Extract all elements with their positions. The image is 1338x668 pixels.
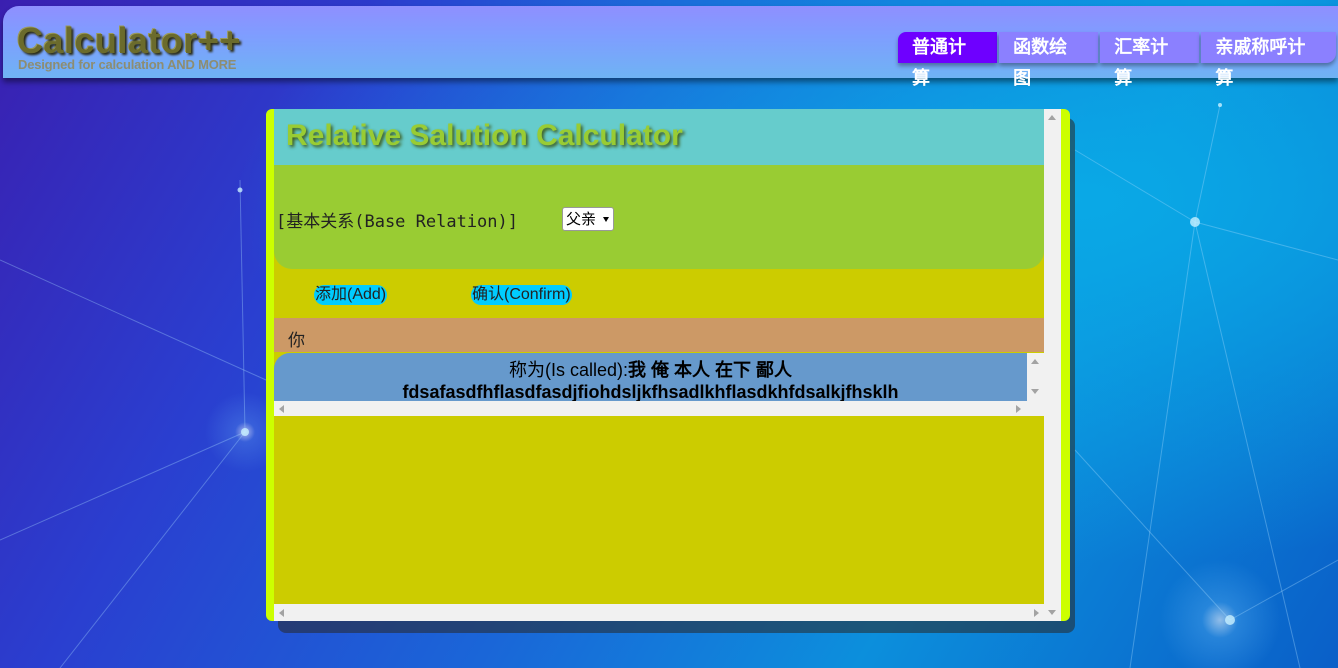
scroll-right-icon[interactable]: [1034, 609, 1039, 617]
relation-select[interactable]: 父亲: [562, 207, 614, 231]
panel-title: Relative Salution Calculator: [286, 119, 683, 152]
you-text: 你: [288, 331, 305, 350]
scroll-down-icon[interactable]: [1031, 389, 1039, 394]
tab-exchange-rate[interactable]: 汇率计算: [1100, 32, 1200, 88]
scroll-left-icon[interactable]: [279, 609, 284, 617]
result-line-1: 称为(Is called):我 俺 本人 在下 鄙人: [274, 356, 1027, 382]
panel-vertical-scrollbar[interactable]: [1044, 109, 1061, 621]
panel-content[interactable]: Relative Salution Calculator [基本关系(Base …: [274, 109, 1044, 621]
tab-normal-calc[interactable]: 普通计算: [898, 32, 998, 88]
calculator-panel: Relative Salution Calculator [基本关系(Base …: [266, 109, 1070, 621]
relation-label: [基本关系(Base Relation)]: [276, 212, 518, 232]
relation-box: [基本关系(Base Relation)] 父亲: [274, 165, 1044, 269]
result-values: 我 俺 本人 在下 鄙人: [628, 360, 793, 380]
add-button[interactable]: 添加(Add): [314, 285, 388, 305]
main-nav: 普通计算 函数绘图 汇率计算 亲戚称呼计算: [898, 32, 1338, 88]
panel-horizontal-scrollbar[interactable]: [274, 604, 1044, 621]
result-vertical-scrollbar[interactable]: [1027, 353, 1044, 401]
confirm-button[interactable]: 确认(Confirm): [471, 285, 572, 305]
relation-select-value: 父亲: [566, 211, 597, 228]
logo-subtitle: Designed for calculation AND MORE: [18, 57, 237, 72]
result-box: 称为(Is called):我 俺 本人 在下 鄙人 fdsafasdfhfla…: [274, 353, 1027, 402]
scroll-left-icon[interactable]: [279, 405, 284, 413]
scrollbar-corner: [1027, 401, 1044, 416]
you-bar: 你: [274, 318, 1044, 352]
tab-function-plot[interactable]: 函数绘图: [999, 32, 1099, 88]
result-line-2: fdsafasdfhflasdfasdjfiohdsljkfhsadlkhfla…: [402, 382, 899, 402]
scroll-up-icon[interactable]: [1048, 115, 1056, 120]
result-prefix: 称为(Is called):: [508, 360, 628, 380]
tab-relative-title[interactable]: 亲戚称呼计算: [1201, 32, 1336, 88]
scroll-up-icon[interactable]: [1031, 359, 1039, 364]
title-bar: Relative Salution Calculator: [274, 109, 1044, 165]
scroll-down-icon[interactable]: [1048, 610, 1056, 615]
scroll-right-icon[interactable]: [1016, 405, 1021, 413]
result-horizontal-scrollbar[interactable]: [274, 401, 1027, 416]
dropdown-caret-icon: [603, 217, 609, 222]
logo-title: Calculator++: [17, 20, 242, 61]
